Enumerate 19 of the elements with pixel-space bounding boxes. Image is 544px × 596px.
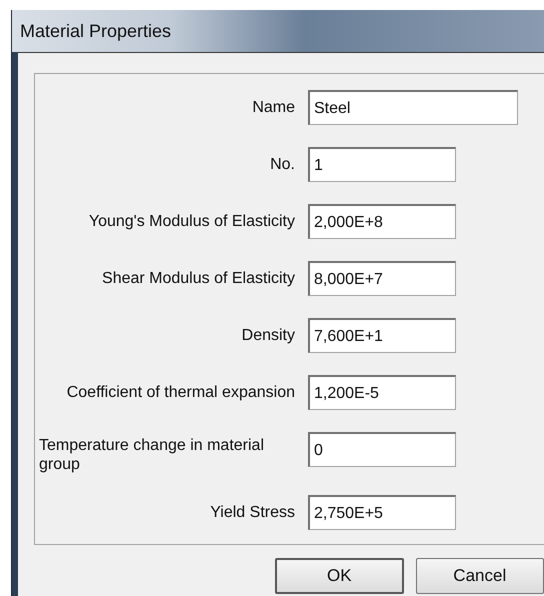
input-field[interactable]: 2,000E+8 bbox=[308, 204, 456, 239]
input-field[interactable]: 0 bbox=[308, 432, 456, 467]
input-field[interactable]: 2,750E+5 bbox=[308, 495, 456, 530]
input-field[interactable]: 1,200E-5 bbox=[308, 375, 456, 410]
input-field[interactable]: 8,000E+7 bbox=[308, 261, 456, 296]
field-label: Shear Modulus of Elasticity bbox=[101, 269, 295, 288]
field-label: Density bbox=[240, 326, 295, 345]
dialog-button[interactable]: OK bbox=[275, 558, 404, 594]
field-label: Young's Modulus of Elasticity bbox=[88, 212, 295, 231]
field-label: Temperature change in material group bbox=[38, 436, 266, 474]
field-label: No. bbox=[269, 155, 295, 174]
window-title: Material Properties bbox=[20, 20, 172, 42]
field-label: Coefficient of thermal expansion bbox=[66, 383, 295, 402]
field-label: Name bbox=[251, 98, 295, 117]
input-field[interactable]: Steel bbox=[308, 90, 518, 125]
dialog-button[interactable]: Cancel bbox=[416, 558, 544, 594]
input-field[interactable]: 7,600E+1 bbox=[308, 318, 456, 353]
input-field[interactable]: 1 bbox=[308, 147, 456, 182]
field-label: Yield Stress bbox=[209, 503, 295, 522]
